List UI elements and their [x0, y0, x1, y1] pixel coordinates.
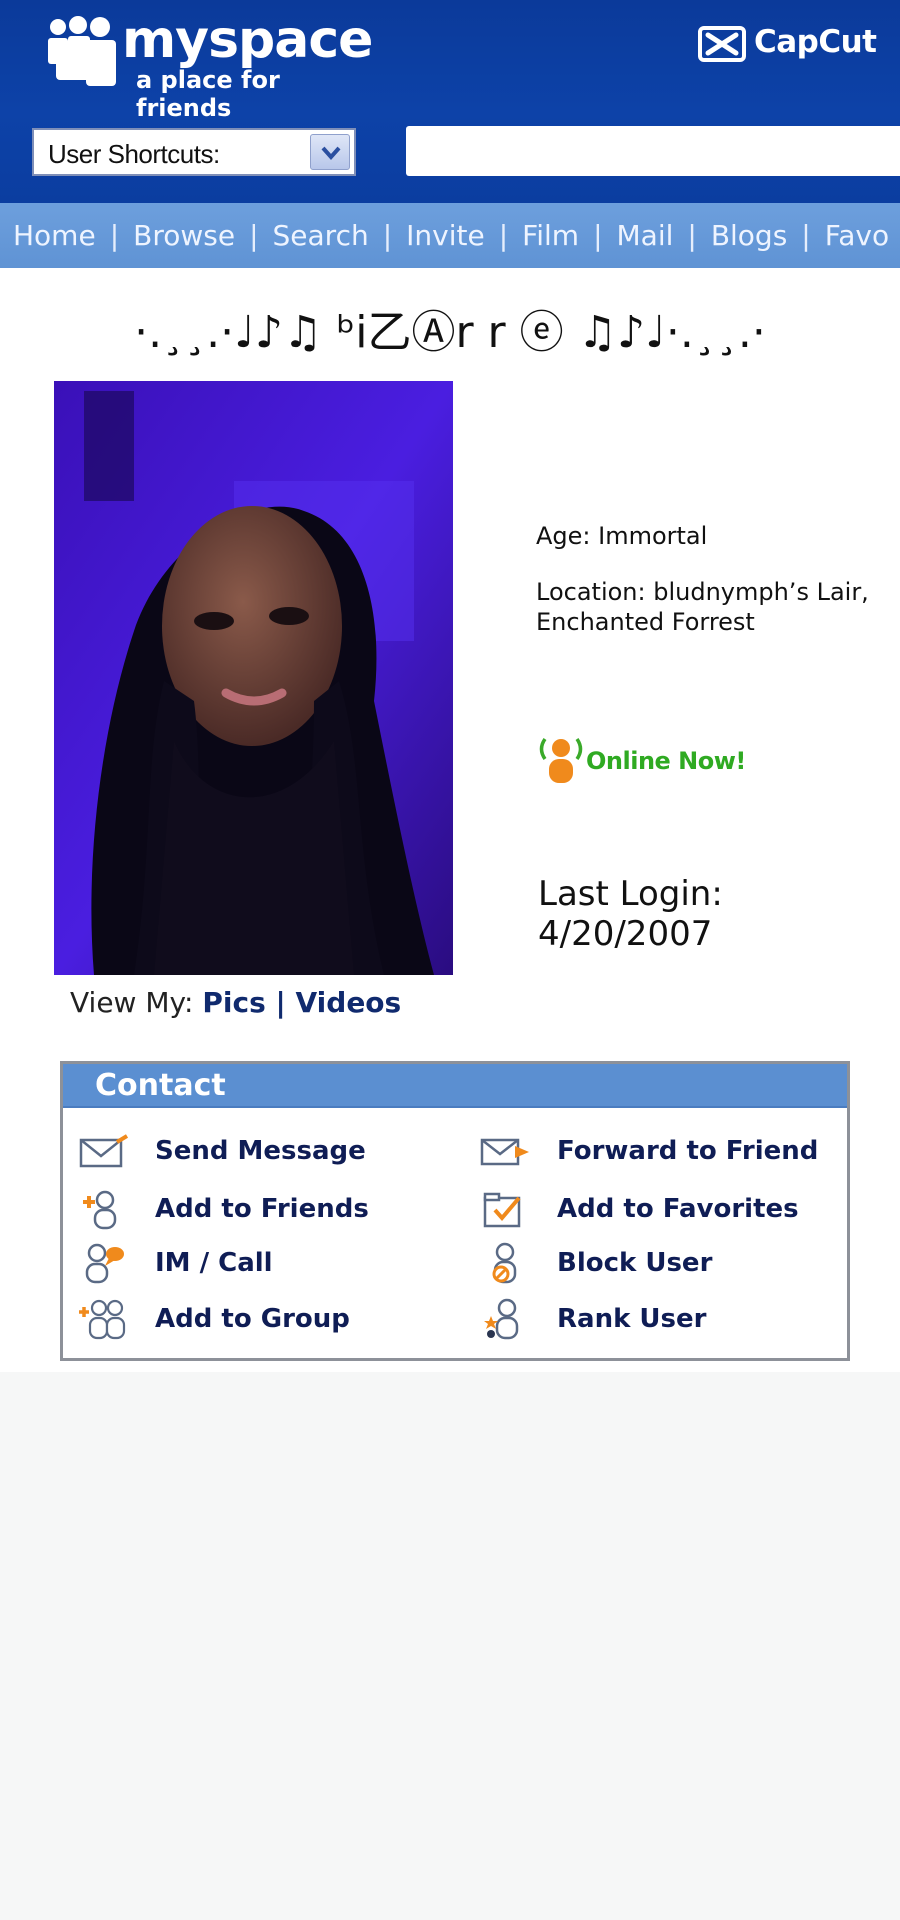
add-to-group-label: Add to Group: [155, 1304, 350, 1334]
nav-separator: |: [109, 219, 120, 252]
im-call-label: IM / Call: [155, 1248, 273, 1278]
myspace-people-icon: [48, 16, 116, 86]
nav-search[interactable]: Search: [273, 219, 369, 252]
view-my-label: View My:: [70, 986, 203, 1019]
videos-link[interactable]: Videos: [296, 986, 402, 1019]
send-message-label: Send Message: [155, 1136, 366, 1166]
im-call-button[interactable]: IM / Call: [77, 1242, 417, 1286]
add-to-favorites-button[interactable]: Add to Favorites: [479, 1188, 839, 1232]
envelope-icon: [79, 1134, 129, 1168]
user-shortcuts-select[interactable]: User Shortcuts:: [32, 128, 356, 176]
send-message-button[interactable]: Send Message: [77, 1130, 417, 1174]
nav-home[interactable]: Home: [13, 219, 96, 252]
profile-photo[interactable]: [54, 381, 453, 975]
chevron-down-icon[interactable]: [310, 134, 350, 170]
nav-favorites[interactable]: Favo: [825, 219, 889, 252]
capcut-icon: [698, 26, 746, 62]
im-call-icon: [85, 1243, 124, 1284]
view-my-links: View My: Pics | Videos: [70, 986, 401, 1019]
logo-wordmark: myspace: [122, 10, 373, 70]
myspace-logo[interactable]: myspace a place for friends: [46, 10, 376, 122]
block-user-label: Block User: [557, 1248, 713, 1278]
online-now-icon: [539, 737, 583, 783]
nav-separator: |: [687, 219, 697, 252]
pics-link[interactable]: Pics: [202, 986, 265, 1019]
add-to-friends-button[interactable]: Add to Friends: [77, 1188, 417, 1232]
block-user-button[interactable]: Block User: [479, 1242, 839, 1286]
block-user-icon: [492, 1242, 517, 1284]
contact-title: Contact: [95, 1068, 226, 1103]
profile-display-name: ·.¸¸.·♩♪♫ ᵇi乙Ⓐr r ⓔ ♫♪♩·.¸¸.·: [134, 307, 766, 358]
rank-user-button[interactable]: Rank User: [479, 1298, 839, 1342]
profile-photo-image: [54, 381, 453, 975]
forward-envelope-icon: [480, 1138, 529, 1166]
nav-separator: |: [249, 219, 259, 252]
last-login-label: Last Login:: [538, 874, 723, 914]
contact-box: Contact Send Message Forward to Friend A…: [60, 1061, 850, 1361]
nav-film[interactable]: Film: [522, 219, 579, 252]
add-friend-icon: [83, 1190, 117, 1230]
nav-browse[interactable]: Browse: [133, 219, 235, 252]
logo-tagline: a place for friends: [136, 66, 280, 122]
site-header: myspace a place for friends CapCut User …: [0, 0, 900, 203]
nav-invite[interactable]: Invite: [406, 219, 485, 252]
online-now-label: Online Now!: [586, 747, 746, 775]
nav-separator: |: [593, 219, 603, 252]
favorite-check-icon: [483, 1192, 521, 1228]
add-to-friends-label: Add to Friends: [155, 1194, 369, 1224]
forward-to-friend-label: Forward to Friend: [557, 1136, 819, 1166]
add-group-icon: [79, 1299, 126, 1340]
last-login-date: 4/20/2007: [538, 914, 713, 954]
contact-header: Contact: [63, 1064, 847, 1108]
nav-blogs[interactable]: Blogs: [711, 219, 787, 252]
view-my-separator: |: [265, 986, 296, 1019]
nav-separator: |: [498, 219, 509, 252]
search-input[interactable]: [406, 126, 900, 176]
rank-user-icon: [484, 1298, 519, 1340]
capcut-label: CapCut: [754, 24, 877, 60]
add-to-group-button[interactable]: Add to Group: [77, 1298, 417, 1342]
online-now-badge: Online Now!: [538, 733, 768, 785]
add-to-favorites-label: Add to Favorites: [557, 1194, 799, 1224]
rank-user-label: Rank User: [557, 1304, 707, 1334]
profile-age: Age: Immortal: [536, 522, 708, 550]
main-nav-bar: Home | Browse | Search | Invite | Film | Mail | Blog…: [0, 203, 900, 268]
user-shortcuts-label: User Shortcuts:: [48, 139, 220, 169]
nav-separator: |: [801, 219, 811, 252]
forward-to-friend-button[interactable]: Forward to Friend: [479, 1130, 839, 1174]
last-login: Last Login: 4/20/2007: [538, 874, 723, 954]
capcut-watermark: CapCut: [698, 22, 894, 66]
nav-separator: |: [382, 219, 393, 252]
profile-location: Location: bludnymph’s Lair, Enchanted Fo…: [536, 578, 869, 636]
nav-mail[interactable]: Mail: [617, 219, 674, 252]
